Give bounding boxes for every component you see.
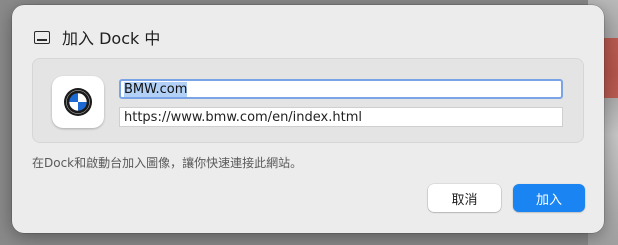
add-to-dock-dialog: 加入 Dock 中 BMW.com https://www.bmw.com/en…: [12, 5, 604, 233]
url-value: https://www.bmw.com/en/index.html: [124, 109, 362, 125]
cancel-button[interactable]: 取消: [428, 184, 501, 212]
background-window-accent: [604, 38, 618, 98]
hint-text: 在Dock和啟動台加入圖像，讓你快速連接此網站。: [32, 156, 303, 170]
web-app-panel: BMW.com https://www.bmw.com/en/index.htm…: [32, 58, 584, 143]
window-icon: [34, 30, 50, 44]
bmw-logo-icon: [52, 76, 104, 128]
app-name-value: BMW.com: [124, 81, 188, 97]
dialog-title: 加入 Dock 中: [62, 29, 161, 48]
app-name-input[interactable]: BMW.com: [119, 79, 563, 99]
dialog-header: 加入 Dock 中: [34, 25, 160, 49]
add-button[interactable]: 加入: [513, 184, 585, 212]
url-field[interactable]: https://www.bmw.com/en/index.html: [119, 107, 563, 127]
